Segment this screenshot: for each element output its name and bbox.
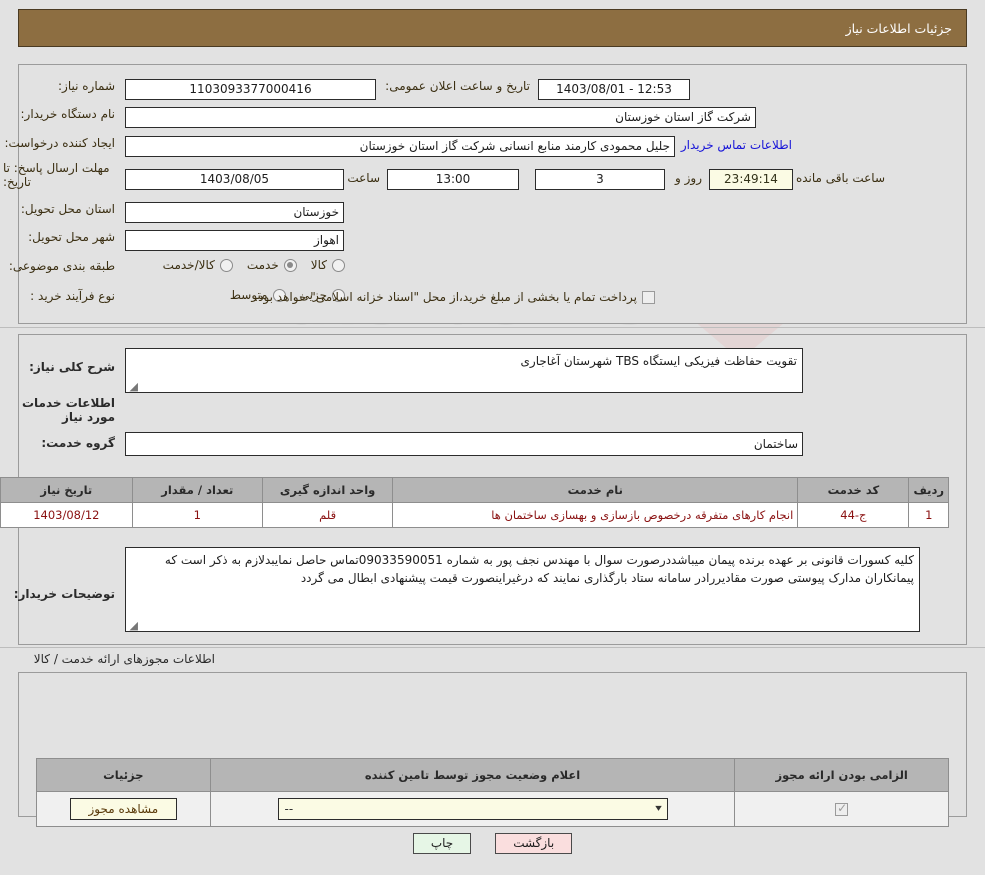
col-unit: واحد اندازه گیری	[261, 477, 394, 503]
process-row: نوع فرآیند خرید :	[30, 289, 115, 303]
col-details: جزئیات	[36, 758, 211, 792]
back-button[interactable]: بازگشت	[495, 833, 573, 854]
buyer-org-row: نام دستگاه خریدار:	[21, 107, 116, 121]
need-number-value: 1103093377000416	[125, 79, 376, 100]
radio-category-kala-khedmat-label: کالا/خدمت	[162, 258, 215, 272]
deadline-date-value: 1403/08/05	[125, 169, 344, 190]
chevron-down-icon: ▾	[654, 803, 662, 814]
services-section-title: اطلاعات خدمات مورد نیاز	[21, 396, 115, 424]
resize-grip-icon[interactable]: ◢	[128, 620, 138, 631]
remaining-days-value: 3	[535, 169, 665, 190]
permit-status-select[interactable]: ▾ --	[277, 798, 668, 820]
services-table-wrap: ردیف کد خدمت نام خدمت واحد اندازه گیری ت…	[0, 477, 949, 528]
buyer-org-label: نام دستگاه خریدار:	[20, 107, 116, 121]
description-textarea[interactable]: تقویت حفاظت فیزیکی ایستگاه TBS شهرستان آ…	[125, 348, 803, 393]
page-header-bar: جزئیات اطلاعات نیاز	[18, 9, 967, 47]
need-number-row: شماره نیاز:	[58, 79, 115, 93]
announce-date-value: 1403/08/01 - 12:53	[538, 79, 690, 100]
col-name: نام خدمت	[392, 477, 799, 503]
need-number-label: شماره نیاز:	[58, 79, 115, 93]
radio-category-khedmat[interactable]	[283, 258, 297, 272]
cell-date: 1403/08/12	[0, 502, 133, 528]
permits-table-wrap: الزامی بودن ارائه مجوز اعلام وضعیت مجوز …	[36, 758, 949, 827]
permits-table-header-row: الزامی بودن ارائه مجوز اعلام وضعیت مجوز …	[36, 758, 949, 792]
cell-name: انجام کارهای متفرقه درخصوص بازسازی و بهس…	[392, 502, 799, 528]
col-status: اعلام وضعیت مجوز توسط تامین کننده	[209, 758, 736, 792]
buyer-org-value: شرکت گاز استان خوزستان	[125, 107, 756, 128]
category-label: طبقه بندی موضوعی:	[8, 259, 115, 273]
cell-status: ▾ --	[209, 791, 736, 827]
need-info-panel	[18, 64, 967, 324]
buyer-notes-value: کلیه کسورات قانونی بر عهده برنده پیمان م…	[164, 553, 914, 585]
creator-row: ایجاد کننده درخواست:	[4, 136, 115, 150]
table-row: 1 ج-44 انجام کارهای متفرقه درخصوص بازساز…	[0, 502, 949, 528]
table-row: ▾ -- مشاهده مجوز	[36, 791, 949, 827]
treasury-checkbox-label: پرداخت تمام یا بخشی از مبلغ خرید،از محل …	[254, 290, 637, 304]
deadline-hour-label: ساعت	[347, 171, 380, 185]
resize-grip-icon[interactable]: ◢	[128, 381, 138, 392]
category-row: طبقه بندی موضوعی:	[9, 259, 115, 273]
process-label: نوع فرآیند خرید :	[30, 289, 115, 303]
cell-code: ج-44	[797, 502, 910, 528]
buyer-notes-label: توضیحات خریدار:	[13, 587, 115, 601]
cell-row: 1	[908, 502, 949, 528]
radio-category-kala[interactable]	[332, 258, 345, 272]
col-required: الزامی بودن ارائه مجوز	[734, 758, 949, 792]
permit-status-value: --	[284, 802, 294, 816]
services-table-header-row: ردیف کد خدمت نام خدمت واحد اندازه گیری ت…	[0, 477, 949, 503]
buyer-contact-link[interactable]: اطلاعات تماس خریدار	[681, 138, 792, 152]
province-label: استان محل تحویل:	[20, 202, 115, 216]
permits-table: الزامی بودن ارائه مجوز اعلام وضعیت مجوز …	[36, 758, 949, 827]
cell-unit: قلم	[261, 502, 394, 528]
footer-button-row: بازگشت چاپ	[0, 833, 985, 854]
announce-date-row: تاریخ و ساعت اعلان عمومی:	[385, 79, 530, 93]
treasury-checkbox[interactable]	[642, 290, 655, 304]
deadline-label: مهلت ارسال پاسخ: تا تاریخ:	[3, 161, 110, 189]
col-code: کد خدمت	[797, 477, 910, 503]
cell-required	[734, 791, 949, 827]
creator-label: ایجاد کننده درخواست:	[4, 136, 115, 150]
service-group-label: گروه خدمت:	[41, 436, 115, 450]
col-date: تاریخ نیاز	[0, 477, 133, 503]
countdown-timer: 23:49:14	[709, 169, 793, 190]
col-row: ردیف	[908, 477, 949, 503]
city-label: شهر محل تحویل:	[28, 230, 115, 244]
cell-details: مشاهده مجوز	[36, 791, 211, 827]
city-value: اهواز	[125, 230, 344, 251]
radio-category-khedmat-label: خدمت	[246, 258, 279, 272]
cell-quantity: 1	[131, 502, 263, 528]
radio-category-kala-label: کالا	[310, 258, 327, 272]
remaining-hours-label: ساعت باقی مانده	[795, 171, 885, 185]
divider-middle	[0, 647, 985, 648]
deadline-time-value: 13:00	[387, 169, 519, 190]
category-options: کالا خدمت کالا/خدمت	[149, 258, 345, 272]
service-group-value: ساختمان	[125, 432, 803, 456]
page-title: جزئیات اطلاعات نیاز	[845, 20, 952, 36]
province-value: خوزستان	[125, 202, 344, 223]
description-label: شرح کلی نیاز:	[29, 360, 115, 374]
col-quantity: تعداد / مقدار	[131, 477, 263, 503]
remaining-days-label: روز و	[675, 171, 702, 185]
creator-value: جلیل محمودی کارمند منابع انسانی شرکت گاز…	[125, 136, 675, 157]
buyer-notes-textarea[interactable]: کلیه کسورات قانونی بر عهده برنده پیمان م…	[125, 547, 920, 632]
announce-date-label: تاریخ و ساعت اعلان عمومی:	[385, 79, 530, 93]
permits-section-title: اطلاعات مجوزهای ارائه خدمت / کالا	[33, 652, 215, 666]
description-value: تقویت حفاظت فیزیکی ایستگاه TBS شهرستان آ…	[520, 354, 797, 368]
treasury-option: پرداخت تمام یا بخشی از مبلغ خرید،از محل …	[254, 290, 655, 304]
services-table: ردیف کد خدمت نام خدمت واحد اندازه گیری ت…	[0, 477, 949, 528]
permit-required-checkbox	[835, 801, 849, 816]
view-permit-button[interactable]: مشاهده مجوز	[69, 798, 178, 820]
province-row: استان محل تحویل:	[21, 202, 115, 216]
print-button[interactable]: چاپ	[412, 833, 472, 854]
city-row: شهر محل تحویل:	[28, 230, 115, 244]
divider-top	[0, 327, 985, 328]
radio-category-kala-khedmat[interactable]	[219, 258, 233, 272]
